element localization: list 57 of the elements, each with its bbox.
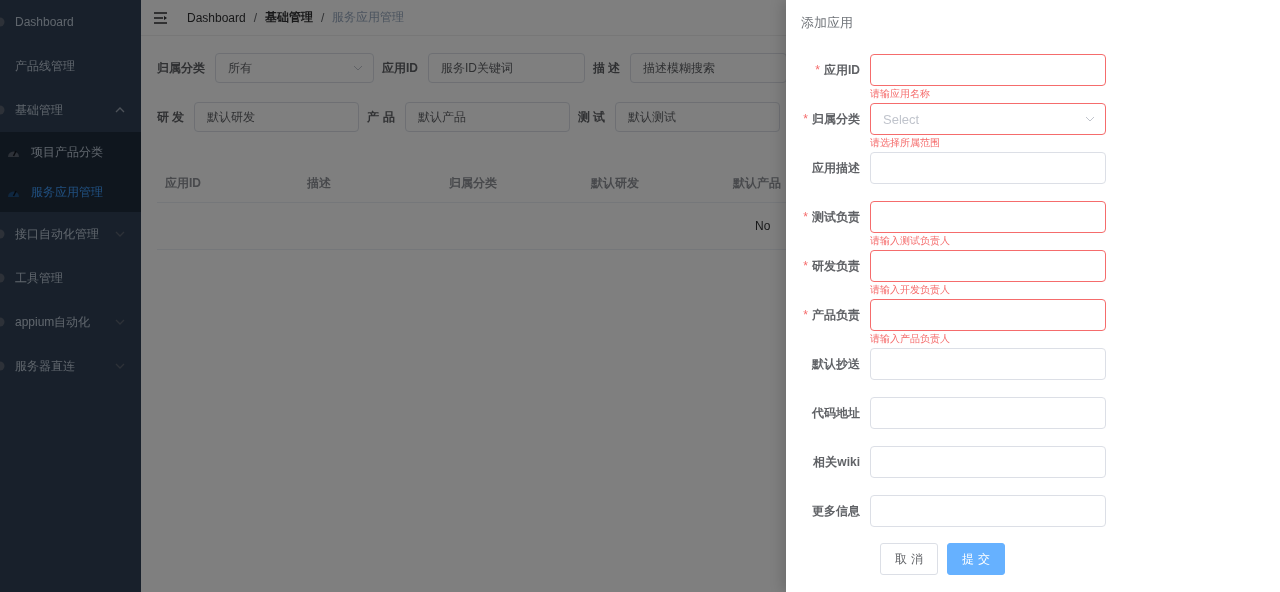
category-select[interactable]: 所有 — [215, 53, 374, 83]
field-label: * 产品负责 — [802, 307, 861, 324]
chevron-down-icon — [353, 65, 363, 71]
required-mark: * — [803, 112, 808, 126]
required-mark: * — [815, 63, 820, 77]
filter-label: 应用ID — [382, 59, 418, 77]
drawer-title: 添加应用 — [801, 14, 853, 32]
menu-item[interactable]: 产品线管理 — [0, 44, 141, 88]
filter-input[interactable]: 默认测试 — [615, 102, 781, 132]
text-input[interactable] — [870, 201, 1106, 233]
category-select[interactable]: Select — [870, 103, 1106, 135]
required-mark: * — [803, 259, 808, 273]
filter-label: 测 试 — [577, 108, 606, 126]
error-message: 请输入产品负责人 — [870, 332, 950, 346]
required-mark: * — [803, 308, 808, 322]
filter-input[interactable]: 默认产品 — [404, 102, 570, 132]
field-label: * 应用ID — [814, 62, 861, 79]
submenu-item[interactable]: 项目产品分类 — [0, 132, 141, 172]
error-message: 请输入测试负责人 — [870, 234, 950, 248]
breadcrumb-item[interactable]: 基础管理 — [265, 9, 314, 26]
menu-item[interactable]: 接口自动化管理 — [0, 212, 141, 256]
filter-label: 研 发 — [157, 108, 185, 126]
error-message: 请输入开发负责人 — [870, 283, 950, 297]
submit-button[interactable]: 提 交 — [947, 543, 1005, 575]
field-label: * 归属分类 — [802, 111, 861, 128]
menu-icon[interactable] — [154, 11, 168, 24]
breadcrumb-separator: / — [253, 10, 258, 25]
filter-input[interactable]: 默认研发 — [194, 102, 360, 132]
menu-item[interactable]: appium自动化 — [0, 300, 141, 344]
menu-item[interactable]: 工具管理 — [0, 256, 141, 300]
text-input[interactable] — [870, 250, 1106, 282]
menu-item[interactable]: Dashboard — [0, 0, 141, 44]
field-label: * 研发负责 — [802, 258, 861, 275]
menu-item[interactable]: 服务器直连 — [0, 344, 141, 388]
field-label: 代码地址 — [811, 405, 861, 422]
text-input[interactable] — [870, 54, 1106, 86]
filter-input[interactable]: 服务ID关键词 — [428, 53, 585, 83]
filter-label: 归属分类 — [157, 59, 205, 77]
field-label: 默认抄送 — [811, 356, 861, 373]
error-message: 请输应用名称 — [870, 87, 930, 101]
chevron-down-icon — [1085, 116, 1095, 122]
cancel-button[interactable]: 取 消 — [880, 543, 938, 575]
submenu-item[interactable]: 服务应用管理 — [0, 172, 141, 212]
field-label: * 测试负责 — [802, 209, 861, 226]
empty-text: No — [755, 219, 771, 233]
field-label: 应用描述 — [811, 160, 861, 177]
breadcrumb-separator: / — [321, 10, 325, 25]
required-mark: * — [803, 210, 808, 224]
menu-item[interactable]: 基础管理 — [0, 88, 141, 132]
field-label: 更多信息 — [811, 503, 861, 520]
filter-input[interactable]: 描述模糊搜索 — [630, 53, 788, 83]
filter-label: 描 述 — [593, 59, 621, 77]
filter-label: 产 品 — [367, 108, 395, 126]
text-input[interactable] — [870, 299, 1106, 331]
breadcrumb-item[interactable]: Dashboard — [187, 10, 246, 25]
field-label: 相关wiki — [812, 454, 861, 471]
error-message: 请选择所属范围 — [870, 136, 940, 150]
